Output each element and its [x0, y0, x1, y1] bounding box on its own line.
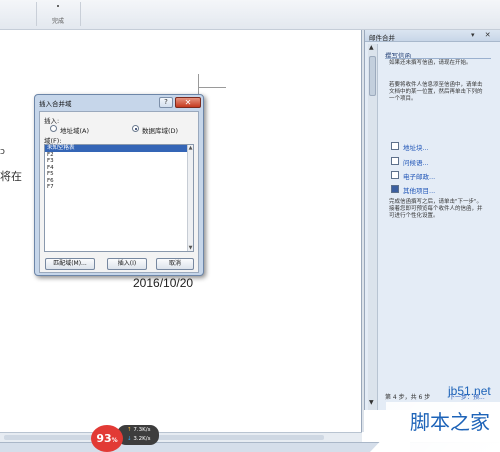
listbox-scrollbar[interactable]: ▲ ▼ [187, 145, 193, 251]
pane-instruction: 完成信函撰写之后，请单击"下一步"。接着您即可预览每个收件人的信函，并可进行个性… [389, 199, 483, 219]
finish-icon [57, 5, 59, 7]
pane-title: 邮件合并 [369, 34, 395, 42]
insert-merge-field-dialog: 插入合并域 ? ✕ 插入: 地址域(A) 数据库域(D) 域(F): 未知空格表… [34, 94, 204, 276]
network-speed-widget[interactable]: 7.3K/s 3.2K/s 93% [91, 425, 167, 452]
dialog-body: 插入: 地址域(A) 数据库域(D) 域(F): 未知空格表 F2 F3 F4 … [39, 111, 199, 273]
greeting-line-icon [391, 157, 399, 165]
document-horizontal-scrollbar[interactable] [0, 432, 362, 442]
address-block-icon [391, 142, 399, 150]
usage-percent: 93 [96, 432, 112, 445]
help-button[interactable]: ? [159, 97, 173, 108]
scroll-up-icon[interactable]: ▲ [188, 145, 193, 151]
download-speed: 3.2K/s [127, 436, 150, 442]
memory-usage-badge[interactable]: 93% [91, 425, 123, 452]
pane-controls[interactable]: ▾ ✕ [471, 31, 495, 39]
greeting-line-link[interactable]: 问候语... [403, 157, 429, 167]
field-item[interactable]: F7 [45, 184, 193, 191]
watermark-fold [370, 410, 410, 452]
usage-percent-unit: % [111, 437, 118, 444]
fields-listbox[interactable]: 未知空格表 F2 F3 F4 F5 F6 F7 ▲ ▼ [44, 144, 194, 252]
watermark-brand: 脚本之家 [410, 410, 490, 434]
close-button[interactable]: ✕ [175, 97, 201, 108]
scroll-up-icon[interactable]: ▲ [369, 44, 374, 51]
watermark-site: jb51.net [448, 384, 491, 398]
address-field-label[interactable]: 地址域(A) [60, 125, 89, 135]
electronic-postage-link[interactable]: 电子邮政... [403, 171, 435, 181]
database-field-radio[interactable] [132, 125, 139, 132]
document-date: 2016/10/20 [133, 276, 194, 290]
scroll-down-icon[interactable]: ▼ [188, 245, 193, 251]
ribbon: 完成 [0, 0, 500, 30]
finish-button[interactable]: 完成 [36, 16, 80, 25]
pane-header: 邮件合并 ▾ ✕ [365, 30, 500, 42]
pane-instruction: 如果还未撰写信函，请现在开始。 [389, 60, 472, 66]
address-block-link[interactable]: 地址块... [403, 142, 429, 152]
ribbon-separator [80, 2, 81, 26]
address-field-radio[interactable] [50, 125, 57, 132]
match-fields-button[interactable]: 匹配域(M)... [45, 258, 95, 270]
pane-scrollbar[interactable]: ▲ ▼ [368, 44, 378, 410]
section-divider [385, 58, 491, 59]
more-items-link[interactable]: 其他项目... [403, 185, 435, 195]
dialog-title: 插入合并域 [39, 100, 72, 108]
upload-speed: 7.3K/s [127, 427, 150, 433]
document-text-fragment: ɔ [0, 147, 5, 157]
watermark: jb51.net 脚本之家 [370, 380, 500, 452]
database-field-label[interactable]: 数据库域(D) [142, 125, 178, 135]
electronic-postage-icon [391, 171, 399, 179]
insert-button[interactable]: 插入(I) [107, 258, 147, 270]
scroll-thumb[interactable] [369, 56, 376, 96]
pane-instruction: 若要将收件人信息添至信函中，请单击文档中的某一位置，然后再单击下列的一个项目。 [389, 82, 483, 102]
more-items-icon [391, 185, 399, 193]
document-text-fragment: 将在 [0, 170, 22, 183]
mail-merge-pane: 邮件合并 ▾ ✕ ▲ ▼ 撰写信函 如果还未撰写信函，请现在开始。 若要将收件人… [364, 30, 500, 410]
crop-mark [198, 87, 226, 88]
cancel-button[interactable]: 取消 [156, 258, 194, 270]
insert-label: 插入: [44, 117, 60, 125]
